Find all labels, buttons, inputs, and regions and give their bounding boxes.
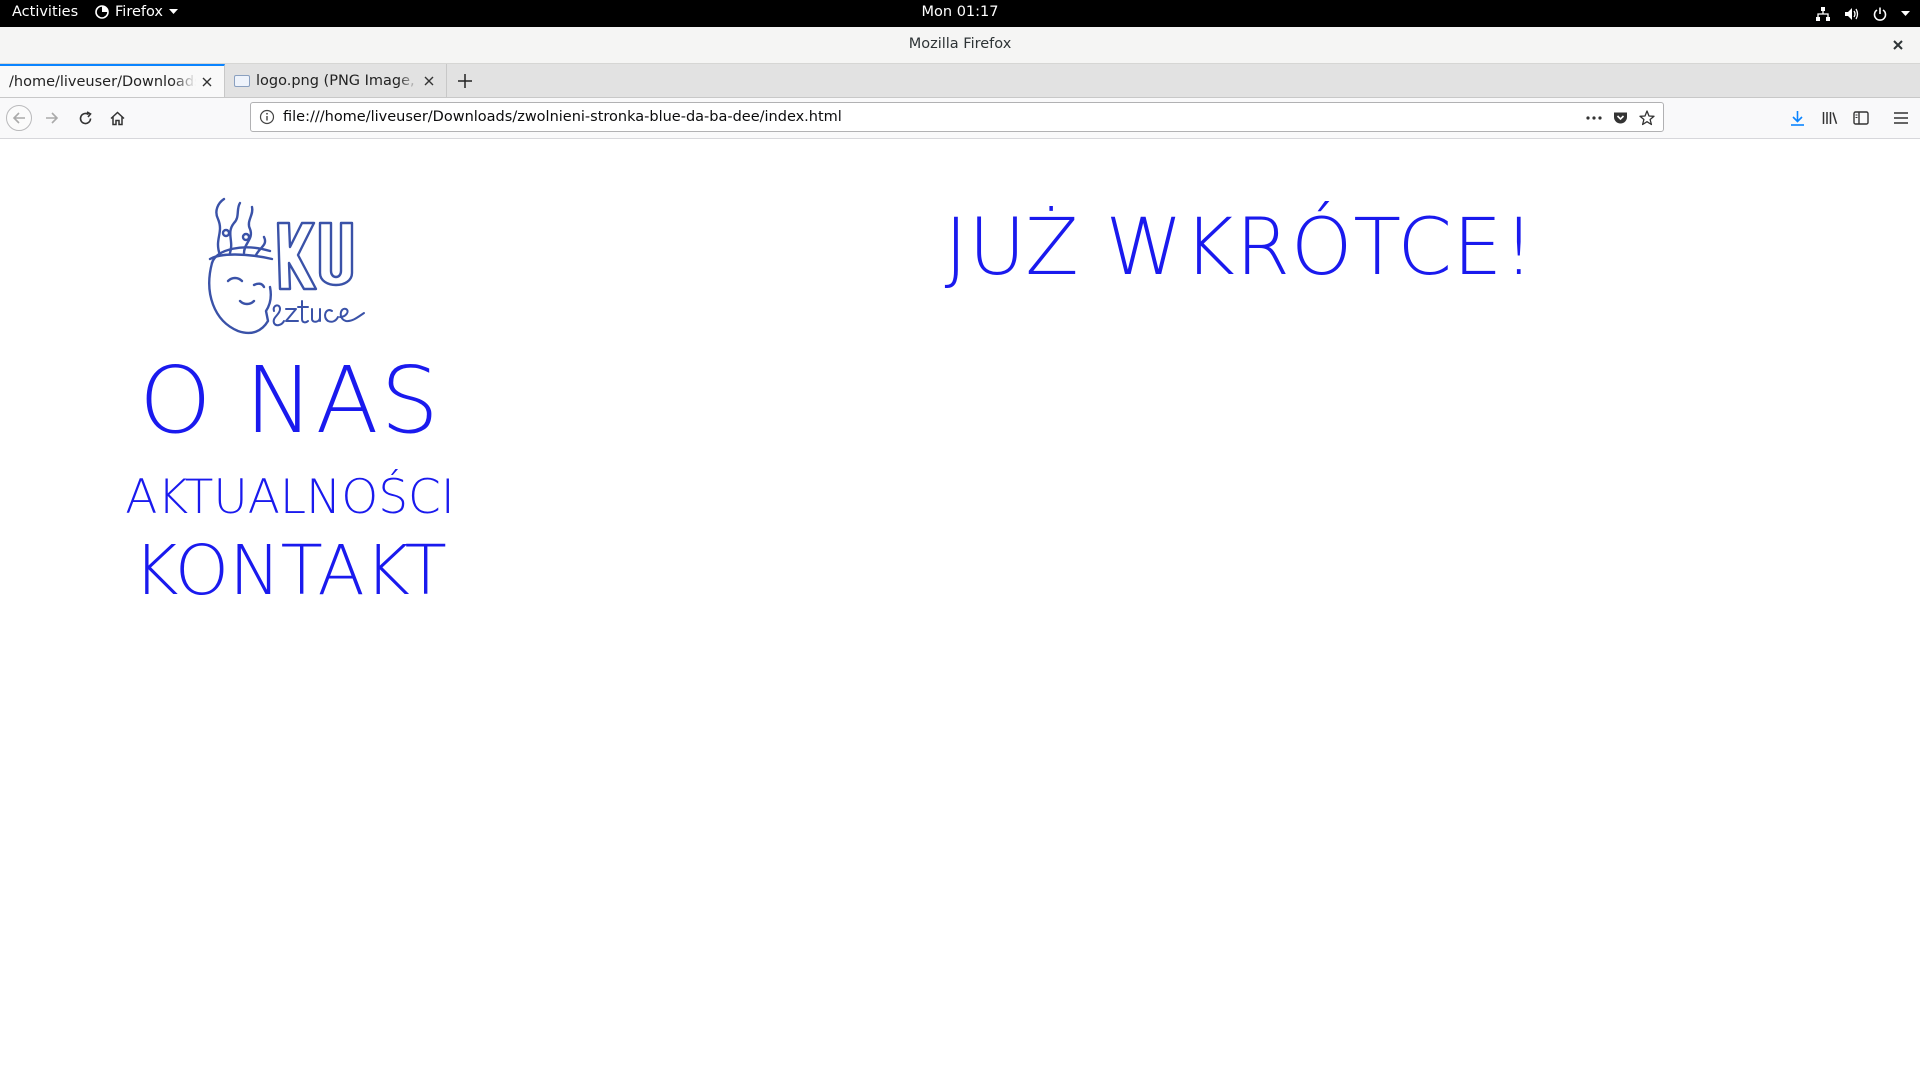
download-arrow-icon xyxy=(1790,111,1804,126)
menu-button[interactable] xyxy=(1888,105,1914,131)
nav-link-kontakt[interactable]: KONTAKT xyxy=(0,531,580,611)
tab-close-button[interactable] xyxy=(418,70,440,92)
close-icon xyxy=(202,77,212,86)
forward-arrow-icon xyxy=(46,112,59,124)
page-info-icon[interactable] xyxy=(259,109,275,125)
back-button[interactable] xyxy=(6,105,32,131)
chevron-down-icon xyxy=(169,9,178,15)
power-icon xyxy=(1873,7,1887,21)
window-title-bar: Mozilla Firefox xyxy=(0,27,1920,64)
downloads-button[interactable] xyxy=(1784,105,1810,131)
more-icon xyxy=(1586,116,1602,120)
network-icon xyxy=(1816,6,1830,21)
nav-toolbar xyxy=(0,98,1920,139)
star-icon xyxy=(1639,110,1655,126)
page-actions-button[interactable] xyxy=(1584,108,1604,128)
tab-logo-png[interactable]: logo.png (PNG Image, 1704 × 1409 pixels) xyxy=(226,64,447,97)
page-viewport: O NAS AKTUALNOŚCI KONTAKT JUŻ WKRÓTCE! xyxy=(0,139,1920,1080)
reload-button[interactable] xyxy=(72,105,98,131)
nav-link-o-nas[interactable]: O NAS xyxy=(0,351,580,451)
tab-strip: /home/liveuser/Downloads/zwolnieni-stron… xyxy=(0,64,1920,98)
back-arrow-icon xyxy=(12,112,25,124)
tab-title: /home/liveuser/Downloads/zwolnieni-stron… xyxy=(9,73,196,90)
app-menu-label: Firefox xyxy=(115,4,163,20)
nav-link-aktualnosci[interactable]: AKTUALNOŚCI xyxy=(0,470,580,526)
firefox-app-icon xyxy=(95,5,109,19)
library-button[interactable] xyxy=(1817,105,1843,131)
close-icon xyxy=(424,76,434,85)
new-tab-button[interactable] xyxy=(453,69,477,93)
image-favicon-icon xyxy=(234,74,250,87)
pocket-icon xyxy=(1613,112,1627,124)
pocket-button[interactable] xyxy=(1610,108,1630,128)
url-bar[interactable] xyxy=(250,102,1664,132)
volume-icon xyxy=(1844,7,1859,21)
forward-button[interactable] xyxy=(39,105,65,131)
system-tray[interactable] xyxy=(1816,3,1910,24)
sidebar-toggle-button[interactable] xyxy=(1848,105,1874,131)
chevron-down-icon xyxy=(1901,10,1910,17)
hamburger-menu-icon xyxy=(1894,112,1908,124)
site-logo[interactable] xyxy=(200,193,376,339)
page-headline: JUŻ WKRÓTCE! xyxy=(944,203,1536,293)
clock[interactable]: Mon 01:17 xyxy=(922,4,999,20)
home-button[interactable] xyxy=(104,105,130,131)
reload-icon xyxy=(79,110,92,124)
tab-index-html[interactable]: /home/liveuser/Downloads/zwolnieni-stron… xyxy=(0,64,225,97)
plus-icon xyxy=(458,74,472,88)
bookmark-button[interactable] xyxy=(1637,108,1657,128)
window-title: Mozilla Firefox xyxy=(908,36,1012,52)
tab-close-button[interactable] xyxy=(196,71,218,93)
gnome-top-bar: Activities Firefox Mon 01:17 xyxy=(0,0,1920,27)
tab-title: logo.png (PNG Image, 1704 × 1409 pixels) xyxy=(256,72,418,89)
activities-button[interactable]: Activities xyxy=(12,4,78,20)
url-input[interactable] xyxy=(283,107,1523,127)
home-icon xyxy=(109,110,125,125)
window-close-button[interactable] xyxy=(1890,37,1906,53)
library-icon xyxy=(1822,112,1838,125)
app-menu[interactable]: Firefox xyxy=(95,4,178,20)
sidebar-icon xyxy=(1853,111,1869,125)
